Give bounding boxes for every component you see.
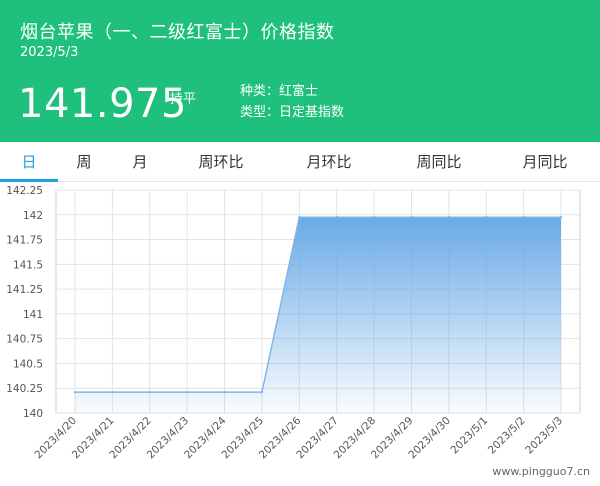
data-point — [559, 216, 563, 219]
data-point — [111, 390, 114, 394]
data-point — [73, 390, 77, 394]
y-tick-label: 140.5 — [13, 358, 43, 370]
y-tick-label: 142.25 — [6, 185, 43, 197]
price-chart: 142.25 142 141.75 141.5 141.25 141 140.75 140.5… — [0, 182, 600, 486]
x-tick-label: 2023/5/2 — [486, 415, 528, 457]
price-value: 141.975 — [18, 81, 187, 127]
tab-month[interactable]: 月 — [118, 142, 162, 182]
tab-week-year-on-year[interactable]: 周同比 — [402, 142, 476, 182]
data-point — [447, 216, 451, 219]
y-tick-label: 141 — [23, 309, 43, 321]
data-point — [485, 216, 488, 219]
data-point — [372, 216, 376, 219]
series-area — [75, 217, 561, 413]
price-date: 2023/5/3 — [20, 45, 79, 60]
watermark: www.pingguo7.cn — [492, 465, 590, 478]
x-tick-label: 2023/5/3 — [523, 415, 565, 457]
price-chart-svg: 142.25 142 141.75 141.5 141.25 141 140.75 140.5… — [6, 185, 581, 461]
data-point — [335, 216, 338, 219]
data-point — [260, 390, 264, 394]
type-label: 类型：日定基指数 — [240, 105, 345, 120]
y-tick-label: 140.25 — [6, 383, 43, 395]
period-tabs: 日 周 月 周环比 月环比 周同比 月同比 — [0, 142, 600, 182]
data-point — [298, 216, 301, 219]
tab-month-year-on-year[interactable]: 月同比 — [508, 142, 582, 182]
y-tick-label: 140.75 — [6, 334, 43, 346]
header-banner: 烟台苹果（一、二级红富士）价格指数 2023/5/3 141.975 持平 种类… — [0, 0, 600, 142]
page-title: 烟台苹果（一、二级红富士）价格指数 — [20, 22, 335, 43]
trend-label: 持平 — [170, 92, 197, 107]
tab-week-on-week[interactable]: 周环比 — [186, 142, 256, 182]
y-tick-label: 141.25 — [6, 284, 43, 296]
kind-label: 种类：红富士 — [240, 84, 319, 99]
data-point — [223, 390, 226, 394]
tab-week[interactable]: 周 — [62, 142, 106, 182]
y-tick-label: 141.75 — [6, 235, 43, 247]
y-tick-label: 142 — [23, 210, 43, 222]
tab-month-on-month[interactable]: 月环比 — [292, 142, 366, 182]
data-point — [522, 216, 525, 219]
y-tick-label: 141.5 — [13, 259, 43, 271]
data-point — [185, 390, 189, 394]
x-tick-label: 2023/5/1 — [449, 415, 491, 457]
data-point — [410, 216, 413, 219]
y-tick-label: 140 — [23, 408, 43, 420]
tab-day[interactable]: 日 — [0, 142, 58, 182]
data-point — [148, 390, 151, 394]
